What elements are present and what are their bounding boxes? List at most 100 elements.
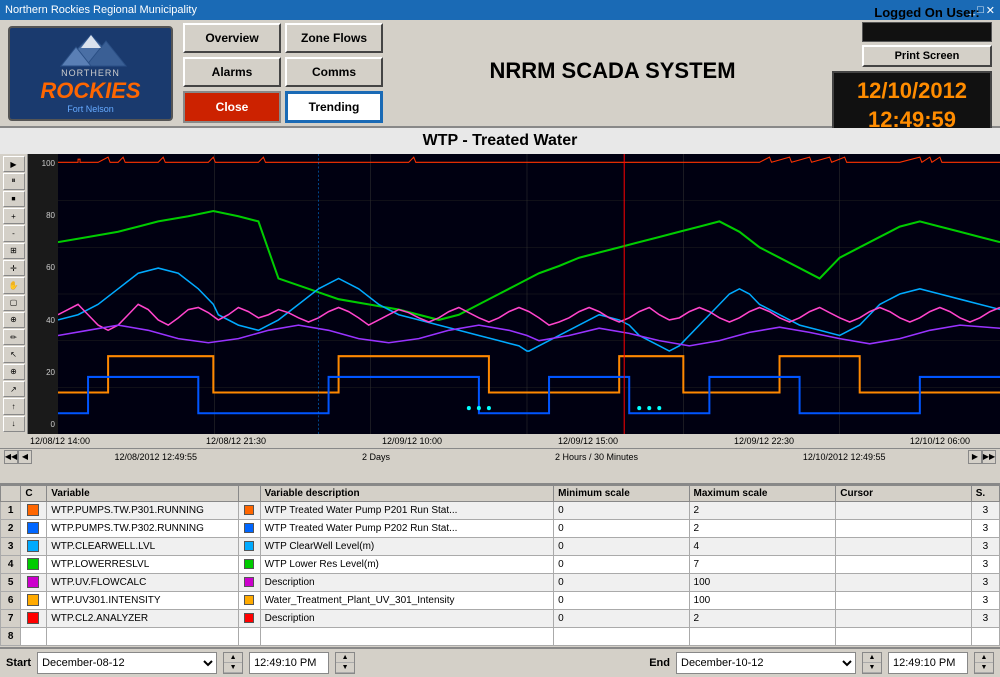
color-button-4[interactable] — [244, 559, 254, 569]
magnify-button[interactable]: ⊕ — [3, 312, 25, 328]
row-colorbtn-2[interactable] — [239, 519, 260, 537]
color-button-7[interactable] — [244, 613, 254, 623]
row-s-3: 3 — [971, 537, 999, 555]
pause-button[interactable]: ⏸ — [3, 173, 25, 189]
row-colorindicator-3 — [21, 537, 47, 555]
row-s-7: 3 — [971, 609, 999, 627]
table-row: 6 WTP.UV301.INTENSITY Water_Treatment_Pl… — [1, 591, 1000, 609]
chart-svg — [58, 154, 1000, 434]
close-button[interactable]: Close — [183, 91, 281, 123]
row-num-2: 2 — [1, 519, 21, 537]
zoom-in-button[interactable]: + — [3, 208, 25, 224]
title-section: NRRM SCADA SYSTEM — [393, 58, 832, 88]
logo: NORTHERN ROCKIES Fort Nelson — [8, 26, 173, 121]
select-button[interactable]: ▢ — [3, 295, 25, 311]
row-num-6: 6 — [1, 591, 21, 609]
row-s-1: 3 — [971, 501, 999, 519]
row-colorbtn-7[interactable] — [239, 609, 260, 627]
pan-button[interactable]: ✋ — [3, 277, 25, 293]
zone-flows-button[interactable]: Zone Flows — [285, 23, 383, 53]
timeline-first-button[interactable]: ◀◀ — [4, 450, 18, 464]
row-min-3: 0 — [554, 537, 689, 555]
color-button-2[interactable] — [244, 523, 254, 533]
row-colorbtn-6[interactable] — [239, 591, 260, 609]
color-button-3[interactable] — [244, 541, 254, 551]
timeline-next-button[interactable]: ▶ — [968, 450, 982, 464]
row-colorbtn-5[interactable] — [239, 573, 260, 591]
timeline-last-button[interactable]: ▶▶ — [982, 450, 996, 464]
timeline-label-1: 12/08/12 14:00 — [30, 436, 90, 446]
up-button[interactable]: ↑ — [3, 398, 25, 414]
start-date-select[interactable]: December-08-12 — [37, 652, 217, 674]
trending-button[interactable]: Trending — [285, 91, 383, 123]
row-variable-6: WTP.UV301.INTENSITY — [47, 591, 239, 609]
table-row: 1 WTP.PUMPS.TW.P301.RUNNING WTP Treated … — [1, 501, 1000, 519]
line-button[interactable]: ↗ — [3, 381, 25, 397]
table-row: 3 WTP.CLEARWELL.LVL WTP ClearWell Level(… — [1, 537, 1000, 555]
row-colorbtn-4[interactable] — [239, 555, 260, 573]
row-colorindicator-7 — [21, 609, 47, 627]
start-time-spinner[interactable]: ▲ ▼ — [335, 652, 355, 674]
alarms-button[interactable]: Alarms — [183, 57, 281, 87]
play-button[interactable]: ▶ — [3, 156, 25, 172]
spinner-down-3[interactable]: ▼ — [863, 663, 881, 673]
timeline-prev-button[interactable]: ◀ — [18, 450, 32, 464]
row-num-3: 3 — [1, 537, 21, 555]
spinner-up[interactable]: ▲ — [224, 653, 242, 663]
col-s: S. — [971, 485, 999, 501]
color-button-6[interactable] — [244, 595, 254, 605]
arrow-button[interactable]: ↖ — [3, 346, 25, 362]
comms-button[interactable]: Comms — [285, 57, 383, 87]
data-table: C Variable Variable description Minimum … — [0, 485, 1000, 646]
stop-button[interactable]: ⏹ — [3, 191, 25, 207]
timeline-end-label: 12/10/2012 12:49:55 — [803, 452, 886, 462]
cursor-button[interactable]: ✛ — [3, 260, 25, 276]
zoom-out-button[interactable]: - — [3, 225, 25, 241]
row-colorbtn-1[interactable] — [239, 501, 260, 519]
row-colorbtn-3[interactable] — [239, 537, 260, 555]
crosshair-button[interactable]: ⊕ — [3, 364, 25, 380]
timeline-nav: ◀◀ ◀ 12/08/2012 12:49:55 2 Days 2 Hours … — [0, 448, 1000, 464]
end-time-input[interactable] — [888, 652, 968, 674]
row-variable-5: WTP.UV.FLOWCALC — [47, 573, 239, 591]
spinner-down-4[interactable]: ▼ — [975, 663, 993, 673]
pen-button[interactable]: ✏ — [3, 329, 25, 345]
overview-button[interactable]: Overview — [183, 23, 281, 53]
spinner-down[interactable]: ▼ — [224, 663, 242, 673]
chart-canvas[interactable] — [58, 154, 1000, 434]
timeline-start-label: 12/08/2012 12:49:55 — [114, 452, 197, 462]
spinner-up-4[interactable]: ▲ — [975, 653, 993, 663]
spinner-up-2[interactable]: ▲ — [336, 653, 354, 663]
row-description-1: WTP Treated Water Pump P201 Run Stat... — [260, 501, 553, 519]
spinner-down-2[interactable]: ▼ — [336, 663, 354, 673]
start-date-spinner[interactable]: ▲ ▼ — [223, 652, 243, 674]
table-scroll[interactable]: C Variable Variable description Minimum … — [0, 485, 1000, 647]
down-button[interactable]: ↓ — [3, 416, 25, 432]
row-colorbtn-8[interactable] — [239, 627, 260, 645]
row-colorindicator-6 — [21, 591, 47, 609]
row-num-1: 1 — [1, 501, 21, 519]
timeline-range: 2 Hours / 30 Minutes — [555, 452, 638, 462]
zoom-fit-button[interactable]: ⊞ — [3, 243, 25, 259]
timeline-area: 12/08/12 14:00 12/08/12 21:30 12/09/12 1… — [0, 434, 1000, 483]
row-description-2: WTP Treated Water Pump P202 Run Stat... — [260, 519, 553, 537]
end-time-spinner[interactable]: ▲ ▼ — [974, 652, 994, 674]
col-cursor: Cursor — [836, 485, 971, 501]
end-date-spinner[interactable]: ▲ ▼ — [862, 652, 882, 674]
end-date-select[interactable]: December-10-12 — [676, 652, 856, 674]
color-button-1[interactable] — [244, 505, 254, 515]
table-row: 2 WTP.PUMPS.TW.P302.RUNNING WTP Treated … — [1, 519, 1000, 537]
row-num-5: 5 — [1, 573, 21, 591]
row-max-4: 7 — [689, 555, 836, 573]
row-variable-7: WTP.CL2.ANALYZER — [47, 609, 239, 627]
timeline-label-5: 12/09/12 22:30 — [734, 436, 794, 446]
title-bar-label: Northern Rockies Regional Municipality — [5, 4, 197, 16]
start-label: Start — [6, 657, 31, 669]
spinner-up-3[interactable]: ▲ — [863, 653, 881, 663]
start-time-input[interactable] — [249, 652, 329, 674]
timeline-label-3: 12/09/12 10:00 — [382, 436, 442, 446]
row-min-5: 0 — [554, 573, 689, 591]
row-variable-4: WTP.LOWERRESLVL — [47, 555, 239, 573]
print-screen-button[interactable]: Print Screen — [862, 45, 992, 67]
color-button-5[interactable] — [244, 577, 254, 587]
